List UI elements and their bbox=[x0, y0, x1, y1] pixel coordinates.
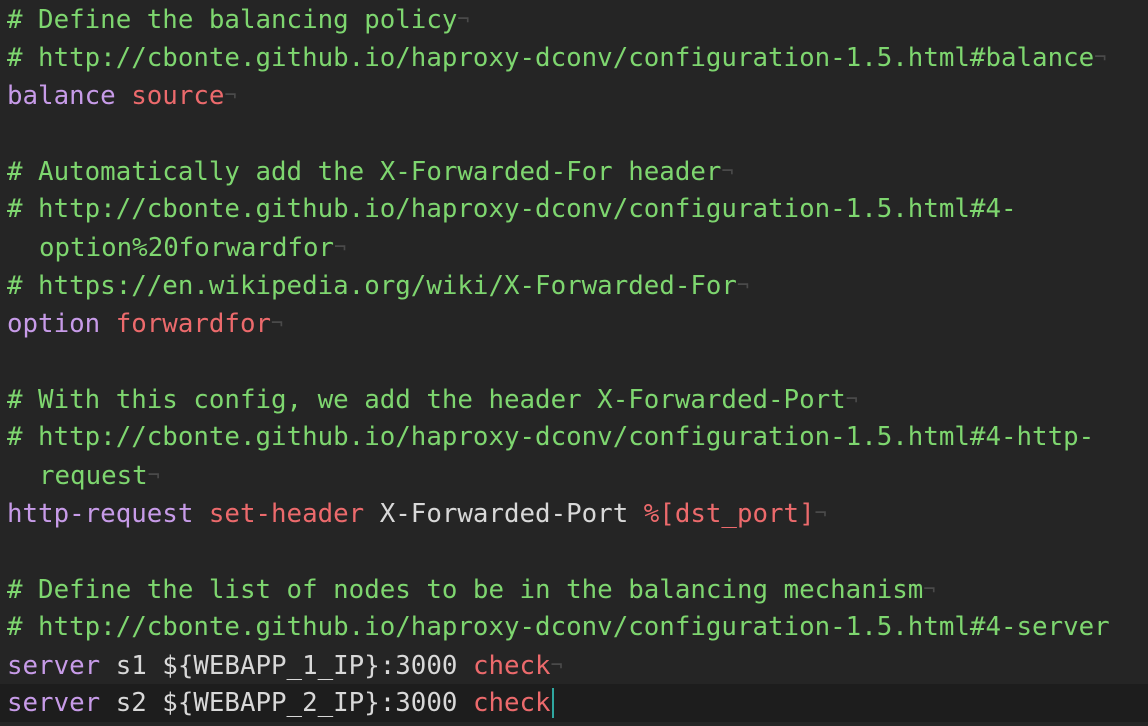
code-line-11[interactable]: # http://cbonte.github.io/haproxy-dconv/… bbox=[0, 418, 1148, 456]
code-editor[interactable]: # Define the balancing policy¬ # http://… bbox=[0, 0, 1148, 726]
comment-text: # Automatically add the X-Forwarded-For … bbox=[7, 157, 722, 187]
eol-marker: ¬ bbox=[814, 501, 827, 525]
directive-value: source bbox=[131, 81, 225, 111]
comment-text: # http://cbonte.github.io/haproxy-dconv/… bbox=[7, 43, 1095, 73]
eol-marker: ¬ bbox=[457, 7, 470, 31]
eol-marker: ¬ bbox=[550, 653, 563, 677]
code-line-2[interactable]: # http://cbonte.github.io/haproxy-dconv/… bbox=[0, 38, 1148, 76]
code-line-10[interactable]: # With this config, we add the header X-… bbox=[0, 380, 1148, 418]
code-line-11-wrap[interactable]: request¬ bbox=[0, 456, 1148, 494]
code-line-6-wrap[interactable]: option%20forwardfor¬ bbox=[0, 228, 1148, 266]
directive-action: set-header bbox=[208, 499, 365, 529]
code-line-7[interactable]: # https://en.wikipedia.org/wiki/X-Forwar… bbox=[0, 266, 1148, 304]
comment-text: # Define the balancing policy bbox=[7, 5, 458, 35]
directive-keyword: server bbox=[7, 651, 101, 681]
code-line-13-blank[interactable] bbox=[0, 532, 1148, 570]
comment-text: # Define the list of nodes to be in the … bbox=[7, 575, 924, 605]
eol-marker: ¬ bbox=[271, 311, 284, 335]
code-line-14[interactable]: # Define the list of nodes to be in the … bbox=[0, 570, 1148, 608]
eol-marker: ¬ bbox=[224, 83, 237, 107]
eol-marker: ¬ bbox=[923, 577, 936, 601]
comment-wrap-text: option%20forwardfor bbox=[39, 233, 335, 263]
code-line-17-current[interactable]: server s2 ${WEBAPP_2_IP}:3000 check bbox=[0, 684, 1148, 722]
eol-marker: ¬ bbox=[736, 273, 750, 297]
code-line-1[interactable]: # Define the balancing policy¬ bbox=[0, 0, 1148, 38]
comment-text: # https://en.wikipedia.org/wiki/X-Forwar… bbox=[7, 271, 737, 301]
comment-wrap-text: request bbox=[39, 461, 148, 491]
directive-value: forwardfor bbox=[115, 309, 272, 339]
code-line-12[interactable]: http-request set-header X-Forwarded-Port… bbox=[0, 494, 1148, 532]
eol-marker: ¬ bbox=[721, 159, 734, 183]
code-line-6[interactable]: # http://cbonte.github.io/haproxy-dconv/… bbox=[0, 190, 1148, 228]
header-name: X-Forwarded-Port bbox=[379, 499, 629, 529]
code-line-9-blank[interactable] bbox=[0, 342, 1148, 380]
directive-keyword: server bbox=[7, 688, 101, 718]
comment-text: # With this config, we add the header X-… bbox=[7, 385, 846, 415]
code-line-5[interactable]: # Automatically add the X-Forwarded-For … bbox=[0, 152, 1148, 190]
header-expression: %[dst_port] bbox=[643, 499, 815, 529]
directive-keyword: option bbox=[7, 309, 101, 339]
eol-marker: ¬ bbox=[845, 387, 858, 411]
text-cursor bbox=[551, 688, 554, 718]
code-line-3[interactable]: balance source¬ bbox=[0, 76, 1148, 114]
comment-text: # http://cbonte.github.io/haproxy-dconv/… bbox=[7, 612, 1110, 642]
eol-marker: ¬ bbox=[147, 463, 160, 487]
eol-marker: ¬ bbox=[1094, 45, 1107, 69]
directive-keyword: http-request bbox=[7, 499, 194, 529]
directive-value: check bbox=[472, 688, 551, 718]
comment-text: # http://cbonte.github.io/haproxy-dconv/… bbox=[7, 422, 1095, 452]
code-line-8[interactable]: option forwardfor¬ bbox=[0, 304, 1148, 342]
code-line-4-blank[interactable] bbox=[0, 114, 1148, 152]
server-args: s1 ${WEBAPP_1_IP}:3000 bbox=[115, 651, 458, 681]
server-args: s2 ${WEBAPP_2_IP}:3000 bbox=[115, 688, 458, 718]
eol-marker: ¬ bbox=[334, 235, 347, 259]
code-line-16[interactable]: server s1 ${WEBAPP_1_IP}:3000 check¬ bbox=[0, 646, 1148, 684]
code-line-15[interactable]: # http://cbonte.github.io/haproxy-dconv/… bbox=[0, 608, 1148, 646]
directive-keyword: balance bbox=[7, 81, 116, 111]
directive-value: check bbox=[472, 651, 551, 681]
comment-text: # http://cbonte.github.io/haproxy-dconv/… bbox=[7, 194, 1017, 224]
